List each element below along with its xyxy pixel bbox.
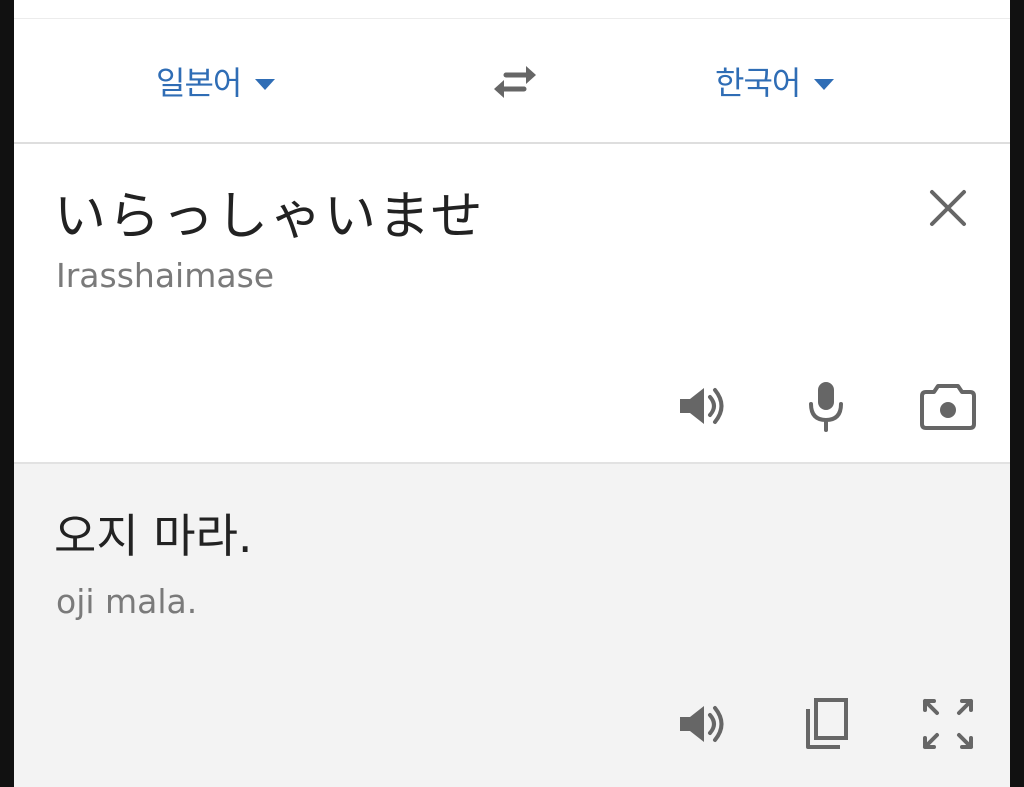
target-language-label: 한국어 xyxy=(715,64,801,102)
listen-result-button[interactable] xyxy=(674,694,734,754)
speaker-icon xyxy=(680,706,724,742)
source-text[interactable]: いらっしゃいませ xyxy=(54,174,484,249)
close-icon xyxy=(930,190,966,226)
voice-input-button[interactable] xyxy=(796,376,856,436)
top-strip xyxy=(14,0,1010,19)
caret-down-icon xyxy=(814,78,835,90)
translated-text: 오지 마라. xyxy=(54,509,253,563)
source-transliteration: Irasshaimase xyxy=(56,256,275,295)
source-language-button[interactable]: 일본어 xyxy=(156,59,276,103)
translation-result-pane: 오지 마라. oji mala. xyxy=(14,464,1010,787)
listen-source-button[interactable] xyxy=(674,376,734,436)
copy-icon xyxy=(806,698,848,749)
translated-transliteration: oji mala. xyxy=(56,582,198,621)
microphone-icon xyxy=(809,382,843,432)
swap-arrows-icon xyxy=(494,66,536,98)
translator-screen: 일본어 한국어 いらっしゃいませ Irasshaimase 오지 마라. oji… xyxy=(14,0,1010,787)
language-bar: 일본어 한국어 xyxy=(14,19,1010,144)
fullscreen-icon xyxy=(923,699,973,749)
caret-down-icon xyxy=(255,78,276,90)
speaker-icon xyxy=(680,388,724,424)
target-language-button[interactable]: 한국어 xyxy=(715,59,835,103)
fullscreen-button[interactable] xyxy=(918,694,978,754)
source-input-pane[interactable]: いらっしゃいませ Irasshaimase xyxy=(14,144,1010,464)
clear-button[interactable] xyxy=(926,186,970,230)
copy-button[interactable] xyxy=(796,694,856,754)
camera-icon xyxy=(920,384,976,430)
source-language-label: 일본어 xyxy=(156,64,242,102)
swap-languages-button[interactable] xyxy=(484,57,546,105)
camera-button[interactable] xyxy=(918,376,978,436)
